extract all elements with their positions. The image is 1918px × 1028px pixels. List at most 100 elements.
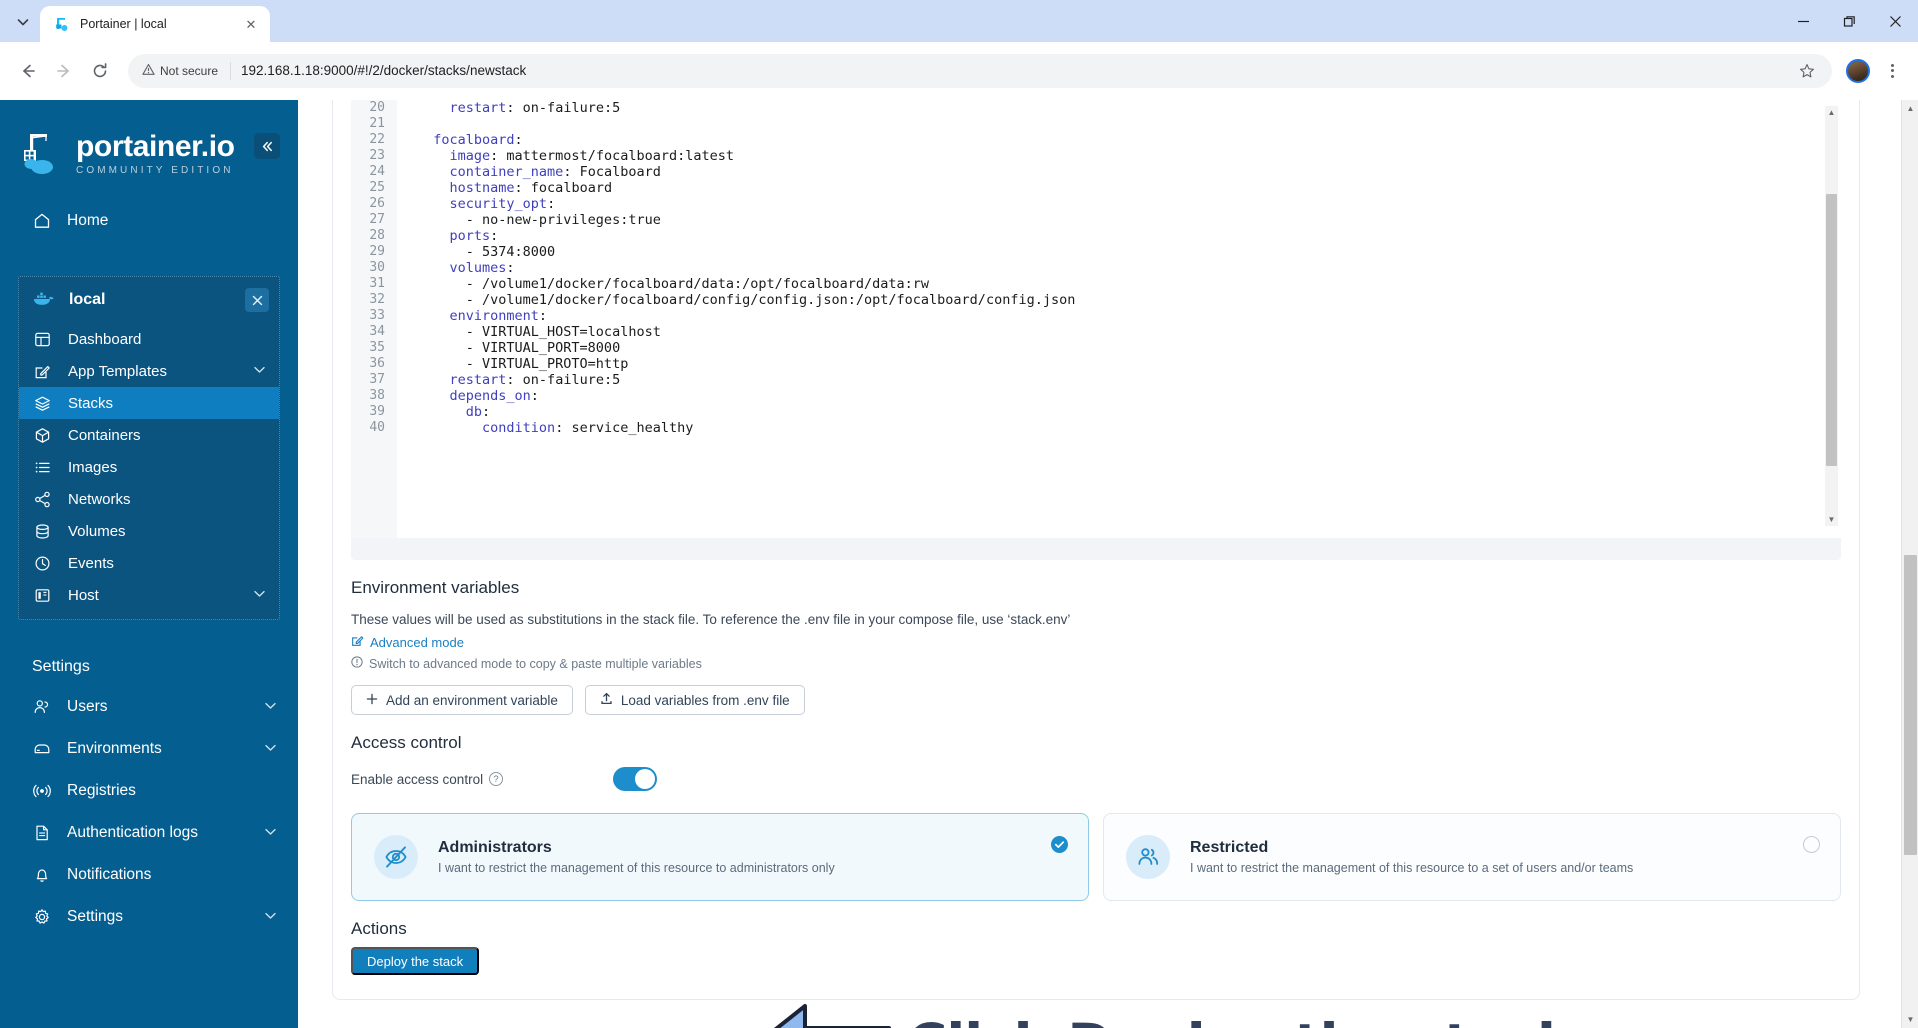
sidebar-item-registries[interactable]: Registries [0,770,298,812]
enable-access-control-row: Enable access control ? [351,767,1841,791]
editor-line[interactable]: 32 - /volume1/docker/focalboard/config/c… [351,292,1841,308]
chevron-down-icon[interactable] [254,365,265,377]
env-vars-note: Switch to advanced mode to copy & paste … [351,656,1841,671]
sidebar-item-containers[interactable]: Containers [19,419,279,451]
environment-variables-section: Environment variables These values will … [333,578,1859,715]
scroll-down-icon[interactable]: ▼ [1825,513,1838,526]
page-scrollbar[interactable]: ▲ ▼ [1901,100,1918,1028]
advanced-mode-link[interactable]: Advanced mode [351,634,1841,650]
sidebar-item-home[interactable]: Home [0,200,298,242]
editor-line[interactable]: 20 restart: on-failure:5 [351,100,1841,116]
star-icon[interactable] [1794,58,1820,84]
address-bar[interactable]: Not secure 192.168.1.18:9000/#!/2/docker… [128,53,1832,88]
editor-line-text: - 5374:8000 [417,244,556,260]
access-option-restricted[interactable]: Restricted I want to restrict the manage… [1103,813,1841,901]
sidebar-item-notifications[interactable]: Notifications [0,854,298,896]
browser-window: Portainer | local ✕ Not secure 192.168.1… [0,0,1918,1028]
sidebar-item-volumes[interactable]: Volumes [19,515,279,547]
sidebar-item-dashboard[interactable]: Dashboard [19,323,279,355]
editor-line[interactable]: 37 restart: on-failure:5 [351,372,1841,388]
page-scroll-down-icon[interactable]: ▼ [1902,1011,1918,1028]
editor-line[interactable]: 22 focalboard: [351,132,1841,148]
sidebar-item-host[interactable]: Host [19,579,279,611]
sidebar-item-authentication-logs[interactable]: Authentication logs [0,812,298,854]
editor-line-number: 21 [351,116,397,132]
chevron-down-icon[interactable] [254,589,265,601]
tab-close-icon[interactable]: ✕ [242,15,260,33]
close-icon[interactable] [1872,0,1918,42]
editor-line-text: - VIRTUAL_PROTO=http [417,356,629,372]
chevron-down-icon[interactable] [265,911,276,923]
editor-line[interactable]: 40 condition: service_healthy [351,420,1841,436]
close-icon[interactable] [245,288,269,312]
editor-line[interactable]: 36 - VIRTUAL_PROTO=http [351,356,1841,372]
editor-line[interactable]: 34 - VIRTUAL_HOST=localhost [351,324,1841,340]
access-option-administrators[interactable]: Administrators I want to restrict the ma… [351,813,1089,901]
users-group-icon [1126,835,1170,879]
editor-line-number: 24 [351,164,397,180]
sidebar-item-label: Environments [67,740,162,757]
chevron-down-icon[interactable] [265,701,276,713]
enable-access-control-toggle[interactable] [613,767,657,791]
kebab-menu-icon[interactable] [1878,57,1906,85]
sidebar-item-stacks[interactable]: Stacks [19,387,279,419]
editor-line[interactable]: 21 [351,116,1841,132]
arrow-left-icon[interactable] [12,55,44,87]
editor-line[interactable]: 25 hostname: focalboard [351,180,1841,196]
editor-line[interactable]: 38 depends_on: [351,388,1841,404]
page-scroll-up-icon[interactable]: ▲ [1902,100,1918,117]
sidebar-item-app-templates[interactable]: App Templates [19,355,279,387]
scroll-up-icon[interactable]: ▲ [1825,106,1838,119]
sidebar-item-label: Settings [67,908,124,925]
deploy-the-stack-button[interactable]: Deploy the stack [351,947,480,975]
double-chevron-left-icon[interactable] [254,133,280,159]
editor-line[interactable]: 35 - VIRTUAL_PORT=8000 [351,340,1841,356]
editor-line-text: focalboard: [433,132,523,148]
editor-line[interactable]: 28 ports: [351,228,1841,244]
sidebar-environment-header[interactable]: local [19,277,279,323]
editor-line[interactable]: 31 - /volume1/docker/focalboard/data:/op… [351,276,1841,292]
page-scrollbar-thumb[interactable] [1904,555,1917,855]
chevron-down-icon[interactable] [265,743,276,755]
sidebar-item-events[interactable]: Events [19,547,279,579]
editor-line[interactable]: 23 image: mattermost/focalboard:latest [351,148,1841,164]
access-option-radio-unselected[interactable] [1803,836,1820,853]
editor-scrollbar[interactable]: ▲ ▼ [1825,106,1838,526]
editor-line[interactable]: 29 - 5374:8000 [351,244,1841,260]
sidebar-item-users[interactable]: Users [0,686,298,728]
editor-line[interactable]: 39 db: [351,404,1841,420]
editor-footer [351,538,1841,560]
reload-icon[interactable] [84,55,116,87]
gear-icon [32,908,51,927]
editor-line[interactable]: 24 container_name: Focalboard [351,164,1841,180]
browser-tab[interactable]: Portainer | local ✕ [40,6,270,42]
minimize-icon[interactable] [1780,0,1826,42]
editor-line-text: - /volume1/docker/focalboard/config/conf… [417,292,1076,308]
sidebar-item-settings[interactable]: Settings [0,896,298,938]
site-security-indicator[interactable]: Not secure [136,60,226,82]
editor-line[interactable]: 26 security_opt: [351,196,1841,212]
avatar[interactable] [1846,58,1870,83]
editor-line[interactable]: 30 volumes: [351,260,1841,276]
editor-line[interactable]: 27 - no-new-privileges:true [351,212,1841,228]
editor-line-text: security_opt: [449,196,556,212]
stack-file-editor[interactable]: 20 restart: on-failure:5 21 22 focalboard:… [351,100,1841,538]
access-option-description: I want to restrict the management of thi… [438,861,835,875]
restore-icon[interactable] [1826,0,1872,42]
url-text[interactable]: 192.168.1.18:9000/#!/2/docker/stacks/new… [241,63,1794,78]
question-circle-icon[interactable]: ? [489,772,504,786]
logo-name: portainer.io [76,130,235,163]
editor-lines[interactable]: 20 restart: on-failure:5 21 22 focalboard:… [351,100,1841,538]
sidebar-item-images[interactable]: Images [19,451,279,483]
editor-line-text: environment: [449,308,548,324]
sidebar-item-environments[interactable]: Environments [0,728,298,770]
load-env-file-button[interactable]: Load variables from .env file [584,685,805,715]
tab-search-icon[interactable] [6,5,40,39]
arrow-right-icon[interactable] [48,55,80,87]
add-environment-variable-button[interactable]: Add an environment variable [351,685,573,715]
chevron-down-icon[interactable] [265,827,276,839]
editor-scrollbar-thumb[interactable] [1826,194,1837,466]
access-option-radio-selected[interactable] [1051,836,1068,853]
sidebar-item-networks[interactable]: Networks [19,483,279,515]
editor-line[interactable]: 33 environment: [351,308,1841,324]
